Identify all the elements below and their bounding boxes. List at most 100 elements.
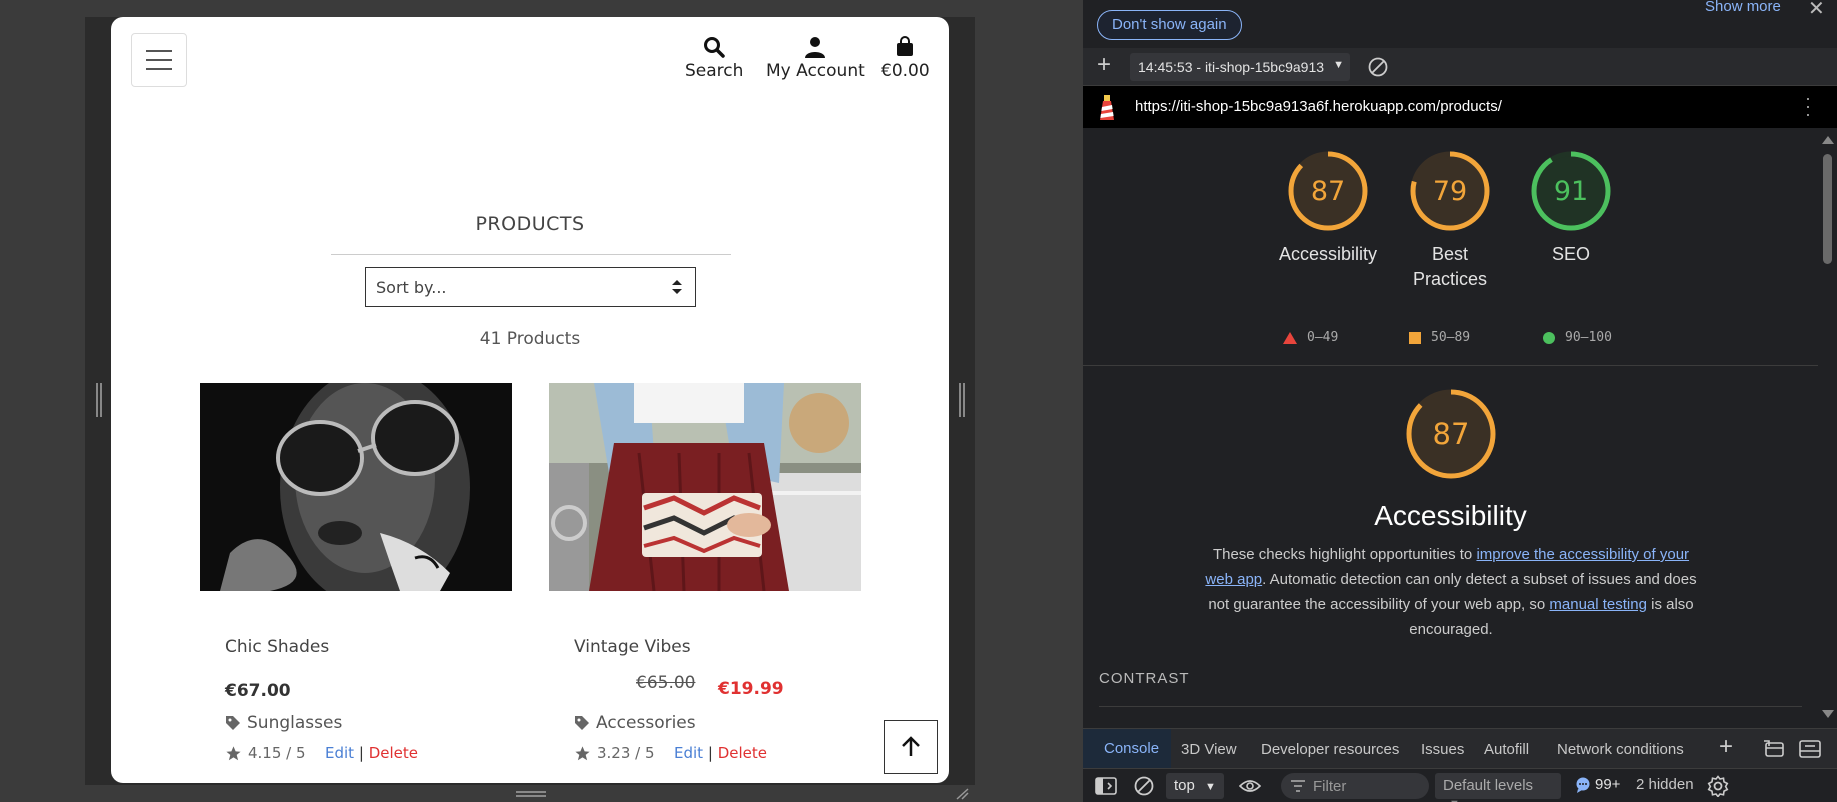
square-icon xyxy=(1409,331,1421,344)
console-filter-input[interactable]: Filter xyxy=(1281,773,1429,799)
menu-bar xyxy=(146,50,172,52)
devtools-notice-bar: Don't show again Show more ✕ xyxy=(1083,0,1837,48)
product-name[interactable]: Chic Shades xyxy=(225,637,329,657)
clear-console-icon[interactable] xyxy=(1133,775,1155,797)
lighthouse-report: 87 Accessibility 79 Best Practices 91 SE… xyxy=(1083,128,1818,728)
category-score: 87 xyxy=(1433,417,1470,451)
score-gauge-accessibility[interactable]: 87 Accessibility xyxy=(1258,150,1398,267)
gauge-ring: 87 xyxy=(1288,151,1368,231)
legend-fail-range: 0–49 xyxy=(1307,330,1339,345)
nav-bag-link[interactable]: €0.00 xyxy=(881,35,930,81)
product-image-sunglasses xyxy=(200,383,512,591)
screen: Search My Account €0.00 PRODUCTS Sort by… xyxy=(0,0,1837,802)
delete-link[interactable]: Delete xyxy=(369,744,418,762)
nav-account-link[interactable]: My Account xyxy=(766,35,865,81)
edit-link[interactable]: Edit xyxy=(674,744,703,762)
star-icon xyxy=(226,745,241,760)
resize-corner-icon[interactable] xyxy=(955,788,969,800)
circle-icon xyxy=(1543,331,1555,344)
new-report-plus-icon[interactable]: + xyxy=(1097,53,1111,77)
back-to-top-button[interactable] xyxy=(884,720,938,774)
product-category-label: Sunglasses xyxy=(247,713,343,733)
scroll-thumb[interactable] xyxy=(1823,154,1832,264)
legend-fail: 0–49 xyxy=(1283,330,1338,345)
category-title: Accessibility xyxy=(1374,500,1527,531)
filter-icon xyxy=(1291,780,1305,792)
product-category[interactable]: Accessories xyxy=(574,713,696,733)
close-icon[interactable]: ✕ xyxy=(1808,0,1825,21)
tab-console[interactable]: Console xyxy=(1083,729,1171,769)
tab-autofill[interactable]: Autofill xyxy=(1484,741,1529,758)
product-rating: 4.15 / 5 xyxy=(225,744,306,762)
dock-bottom-icon[interactable] xyxy=(1799,740,1821,758)
scroll-up-arrow[interactable] xyxy=(1822,136,1834,144)
product-admin-links: Edit | Delete xyxy=(674,744,767,762)
category-score-gauge: 87 xyxy=(1406,389,1496,479)
devtools-panel: Don't show again Show more ✕ + 14:45:53 … xyxy=(1083,0,1837,802)
scroll-down-arrow[interactable] xyxy=(1822,710,1834,718)
product-price: €67.00 xyxy=(225,681,291,701)
score-gauge-best-practices[interactable]: 79 Best Practices xyxy=(1380,150,1520,292)
gear-icon[interactable] xyxy=(1707,775,1729,797)
resize-handle-left[interactable] xyxy=(96,383,102,417)
triangle-icon xyxy=(1283,331,1297,344)
message-icon xyxy=(1576,777,1590,793)
product-rating: 3.23 / 5 xyxy=(574,744,655,762)
gauge-score: 87 xyxy=(1311,176,1345,207)
console-toolbar: top ▼ Filter Default levels ▼ 99+ 2 hidd… xyxy=(1083,768,1837,802)
log-levels-dropdown[interactable]: Default levels ▼ xyxy=(1435,773,1561,802)
shopping-bag-icon xyxy=(897,36,914,56)
dont-show-again-button[interactable]: Don't show again xyxy=(1097,10,1242,40)
report-scrollbar[interactable] xyxy=(1818,128,1837,728)
product-sale-price: €19.99 xyxy=(718,679,784,699)
page-title: PRODUCTS xyxy=(475,213,585,235)
score-gauge-seo[interactable]: 91 SEO xyxy=(1501,150,1641,267)
sort-select-value: Sort by... xyxy=(376,278,447,297)
product-image[interactable] xyxy=(200,383,512,591)
more-vert-icon[interactable]: · · · xyxy=(1805,89,1811,123)
product-image-clutch xyxy=(549,383,861,591)
gauge-label: Best Practices xyxy=(1412,244,1488,289)
nav-search-link[interactable]: Search xyxy=(685,35,743,81)
resize-handle-right[interactable] xyxy=(959,383,965,417)
product-category[interactable]: Sunglasses xyxy=(225,713,342,733)
product-image[interactable] xyxy=(549,383,861,591)
product-name[interactable]: Vintage Vibes xyxy=(574,637,691,657)
nav-account-label: My Account xyxy=(766,61,865,81)
sort-select[interactable]: Sort by... xyxy=(365,267,696,307)
chevron-down-icon: ▼ xyxy=(1205,781,1216,793)
search-icon xyxy=(704,37,725,58)
filter-placeholder: Filter xyxy=(1313,777,1347,795)
add-tab-plus-icon[interactable]: + xyxy=(1719,733,1733,761)
issues-counter[interactable]: 99+ xyxy=(1575,776,1620,793)
link-separator: | xyxy=(707,744,713,762)
eye-icon[interactable] xyxy=(1239,777,1261,795)
tab-issues[interactable]: Issues xyxy=(1421,741,1464,758)
issues-count: 99+ xyxy=(1595,776,1621,793)
lighthouse-report-toolbar: + 14:45:53 - iti-shop-15bc9a913 ▼ xyxy=(1083,48,1837,86)
context-selector[interactable]: top ▼ xyxy=(1166,773,1224,799)
delete-link[interactable]: Delete xyxy=(718,744,767,762)
hamburger-menu-button[interactable] xyxy=(131,33,187,87)
resize-handle-bottom[interactable] xyxy=(516,791,546,797)
show-more-link[interactable]: Show more xyxy=(1705,0,1781,15)
gauge-label: Accessibility xyxy=(1278,244,1378,264)
legend-average: 50–89 xyxy=(1409,330,1470,345)
tag-icon xyxy=(226,716,240,730)
tab-3d-view[interactable]: 3D View xyxy=(1181,741,1237,758)
section-divider xyxy=(1083,365,1818,366)
category-description: These checks highlight opportunities to … xyxy=(1201,542,1701,642)
edit-link[interactable]: Edit xyxy=(325,744,354,762)
tab-network-conditions[interactable]: Network conditions xyxy=(1557,741,1684,758)
gauge-label: SEO xyxy=(1551,244,1590,264)
manual-testing-link[interactable]: manual testing xyxy=(1549,596,1647,613)
gauge-score: 79 xyxy=(1433,176,1467,207)
undock-icon[interactable] xyxy=(1763,740,1785,758)
contrast-section-heading[interactable]: CONTRAST xyxy=(1099,670,1190,687)
clear-reports-icon[interactable] xyxy=(1367,56,1389,78)
report-url[interactable]: https://iti-shop-15bc9a913a6f.herokuapp.… xyxy=(1135,98,1502,115)
sidebar-toggle-icon[interactable] xyxy=(1095,777,1117,795)
tab-developer-resources[interactable]: Developer resources xyxy=(1261,741,1399,758)
star-icon xyxy=(575,745,590,760)
report-selector[interactable]: 14:45:53 - iti-shop-15bc9a913 ▼ xyxy=(1130,53,1350,81)
